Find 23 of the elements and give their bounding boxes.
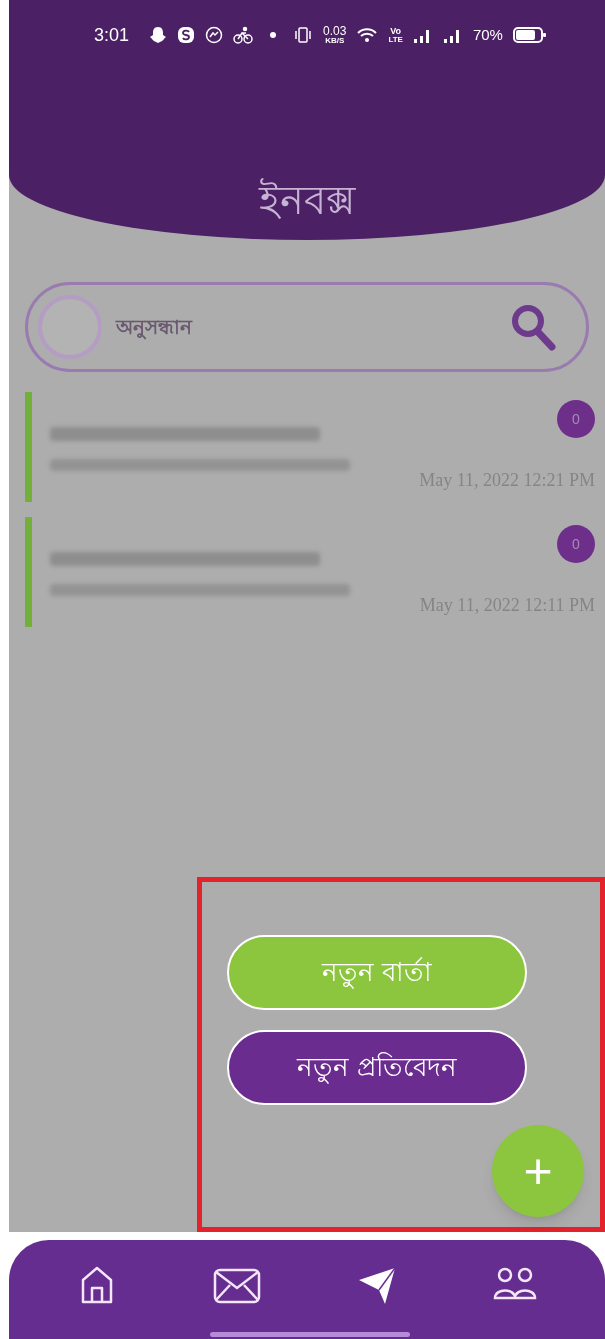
battery-icon xyxy=(512,26,547,44)
menu-action-button[interactable]: নতুন প্রতিবেদন xyxy=(227,1030,527,1105)
screen-title: ইনবক্স xyxy=(259,177,355,224)
add-button[interactable]: + xyxy=(492,1125,584,1217)
volte-label: LTE xyxy=(388,35,403,44)
dot-icon xyxy=(270,32,277,38)
speed-value: 0.03 xyxy=(323,25,347,37)
search-field[interactable]: অনুসন্ধান xyxy=(25,282,589,372)
skype-icon xyxy=(177,26,196,44)
volte-label: Vo xyxy=(390,26,402,36)
wifi-icon xyxy=(356,26,379,44)
vibrate-icon xyxy=(293,26,314,44)
bicycle-icon xyxy=(233,26,254,44)
count-badge: 0 xyxy=(557,400,595,438)
menu-action-button[interactable]: নতুন বার্তা xyxy=(227,935,527,1010)
search-icon[interactable] xyxy=(510,303,556,351)
clock: 3:01 xyxy=(94,23,130,47)
ghost-icon xyxy=(149,26,168,44)
battery-percent: 70% xyxy=(472,24,503,45)
messenger-icon xyxy=(205,26,224,44)
speed-unit: KB/S xyxy=(325,37,345,45)
search-placeholder: অনুসন্ধান xyxy=(116,315,194,342)
count-badge: 0 xyxy=(557,525,595,563)
